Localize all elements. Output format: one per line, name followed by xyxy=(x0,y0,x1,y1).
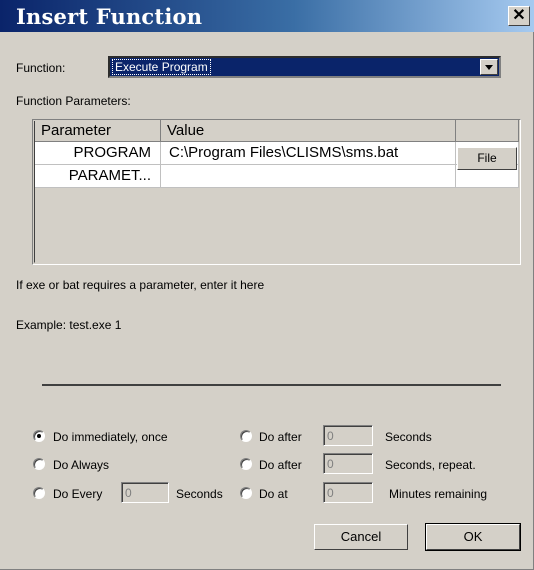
function-select-value: Execute Program xyxy=(112,59,211,75)
do-after-repeat-seconds-input[interactable]: 0 xyxy=(323,453,373,474)
file-browse-button[interactable]: File xyxy=(457,147,517,170)
radio-do-after-repeat[interactable] xyxy=(240,458,252,470)
do-every-seconds-input[interactable]: 0 xyxy=(121,482,169,503)
parameters-grid: Parameter Value PROGRAM C:\Program Files… xyxy=(32,119,521,265)
close-icon: ✕ xyxy=(512,7,526,24)
label-do-every[interactable]: Do Every xyxy=(53,487,102,501)
function-label: Function: xyxy=(16,61,66,75)
function-parameters-label: Function Parameters: xyxy=(16,94,131,108)
example-text: Example: test.exe 1 xyxy=(16,318,122,332)
column-header-parameter[interactable]: Parameter xyxy=(35,120,161,142)
column-header-value[interactable]: Value xyxy=(161,120,456,142)
cancel-button[interactable]: Cancel xyxy=(314,524,408,550)
param-name-parameters[interactable]: PARAMET... xyxy=(35,165,161,188)
label-do-after[interactable]: Do after xyxy=(259,430,302,444)
radio-do-after[interactable] xyxy=(240,430,252,442)
insert-function-dialog: Insert Function ✕ Function: Execute Prog… xyxy=(0,0,534,570)
param-value-parameters[interactable] xyxy=(161,165,456,188)
label-do-always[interactable]: Do Always xyxy=(53,458,109,472)
label-do-at[interactable]: Do at xyxy=(259,487,288,501)
param-name-program[interactable]: PROGRAM xyxy=(35,142,161,165)
do-after-unit: Seconds xyxy=(385,430,432,444)
radio-do-immediately[interactable] xyxy=(33,430,45,442)
dialog-title: Insert Function xyxy=(16,4,203,29)
hint-text: If exe or bat requires a parameter, ente… xyxy=(16,278,265,292)
radio-do-every[interactable] xyxy=(33,487,45,499)
title-bar[interactable]: Insert Function ✕ xyxy=(0,0,534,32)
label-do-immediately[interactable]: Do immediately, once xyxy=(53,430,168,444)
chevron-down-icon[interactable] xyxy=(480,59,498,75)
do-at-unit: Minutes remaining xyxy=(389,487,488,501)
radio-do-at[interactable] xyxy=(240,487,252,499)
column-header-action[interactable] xyxy=(456,120,519,142)
ok-button[interactable]: OK xyxy=(425,523,521,551)
label-do-after-repeat[interactable]: Do after xyxy=(259,458,302,472)
do-every-unit: Seconds xyxy=(176,487,223,501)
separator-line xyxy=(42,384,501,386)
do-at-minutes-input[interactable]: 0 xyxy=(323,482,373,503)
radio-do-always[interactable] xyxy=(33,458,45,470)
param-value-program[interactable]: C:\Program Files\CLISMS\sms.bat xyxy=(161,142,456,165)
function-select[interactable]: Execute Program xyxy=(108,56,501,78)
do-after-repeat-unit: Seconds, repeat. xyxy=(385,458,476,472)
close-button[interactable]: ✕ xyxy=(508,6,530,26)
do-after-seconds-input[interactable]: 0 xyxy=(323,425,373,446)
